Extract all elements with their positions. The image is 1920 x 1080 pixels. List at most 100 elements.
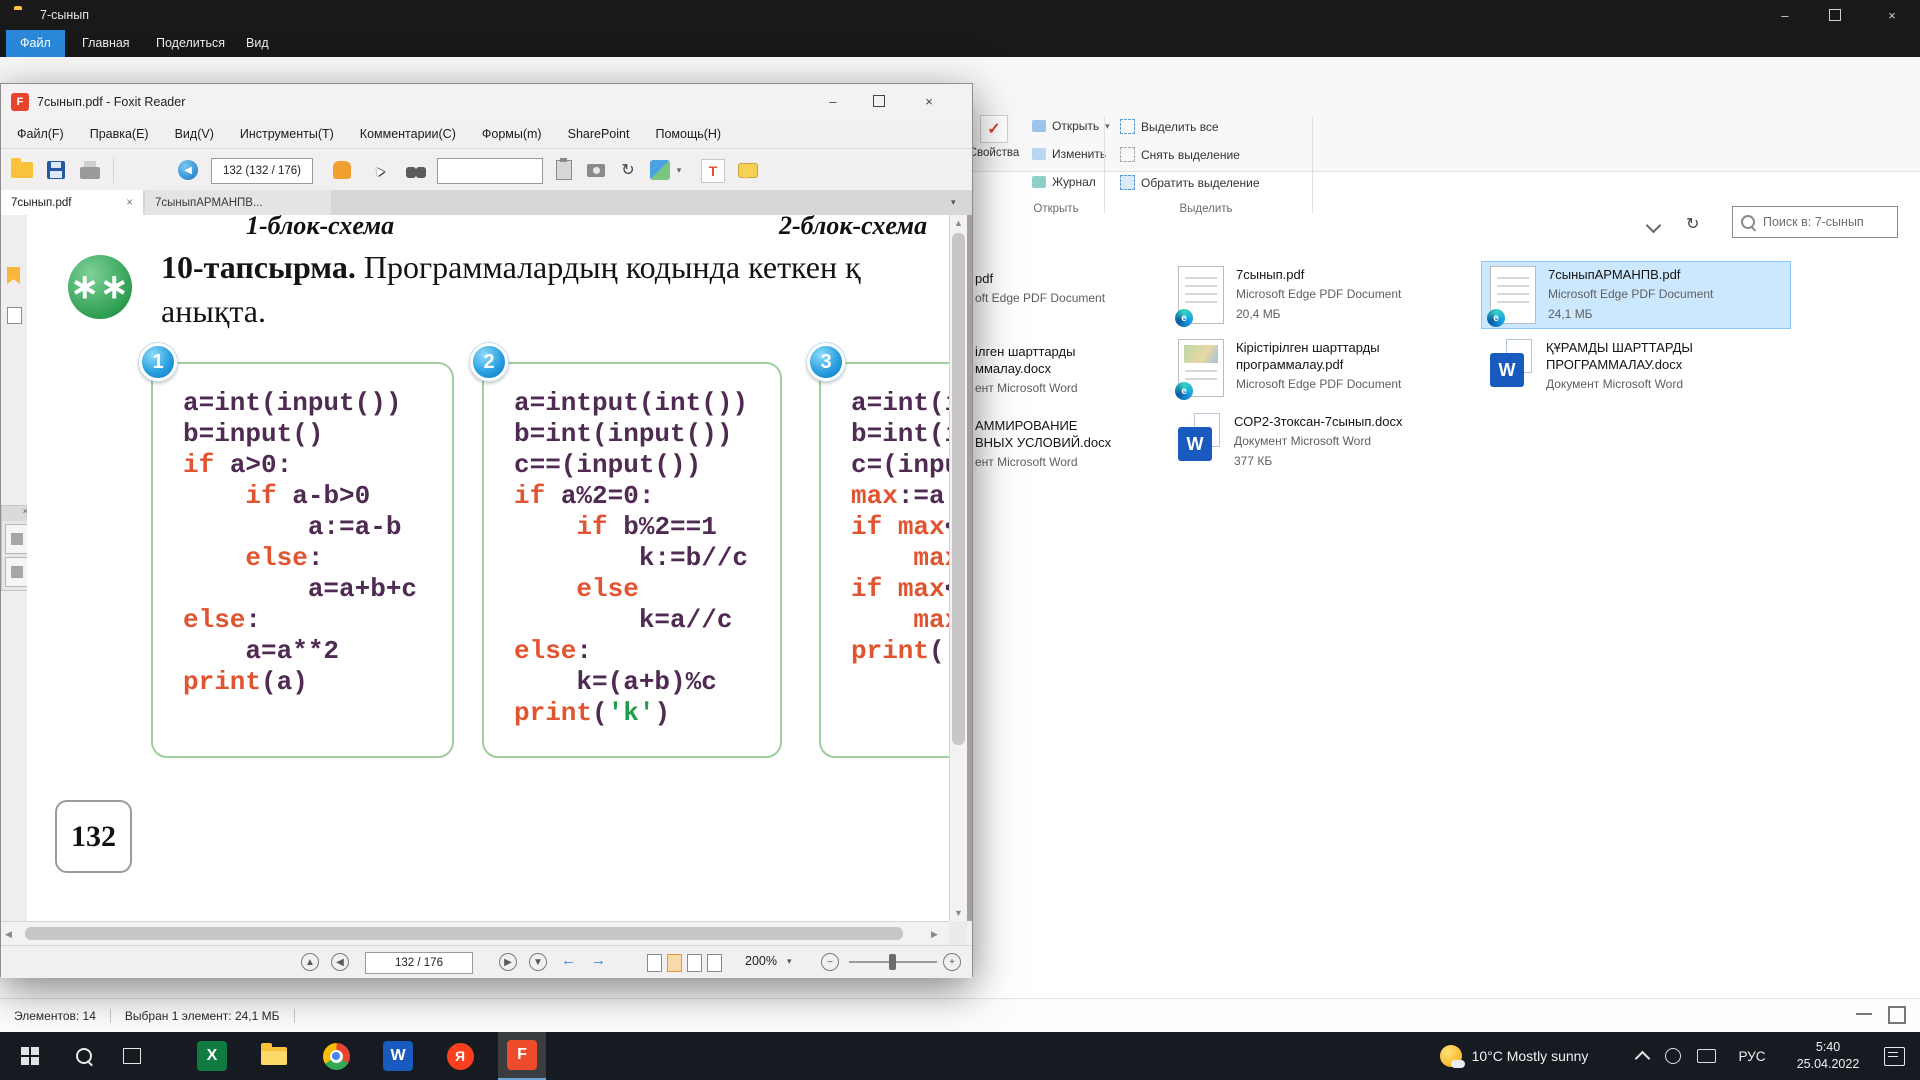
panel-tool-button[interactable] [5,524,29,554]
action-center-button[interactable] [1874,1032,1914,1080]
menu-view[interactable]: Вид(V) [163,124,226,144]
snapshot-icon[interactable] [585,159,607,181]
text-viewer-icon[interactable]: T [701,159,725,183]
menu-help[interactable]: Помощь(H) [643,124,733,144]
zoom-out-icon[interactable]: − [821,953,839,971]
taskbar-chrome-icon[interactable] [312,1032,360,1080]
refresh-icon[interactable]: ↻ [1686,214,1699,234]
doc-tab-active[interactable]: 7сынып.pdf × [1,190,143,215]
pages-panel-icon[interactable] [7,307,22,324]
zoom-in-icon[interactable]: + [943,953,961,971]
continuous-facing-layout-icon[interactable] [707,954,722,972]
scroll-up-icon[interactable]: ▲ [950,218,967,228]
open-file-icon[interactable] [11,159,33,181]
vertical-scrollbar[interactable]: ▲ ▼ [949,215,967,921]
previous-view-arrow-icon[interactable]: ← [561,952,576,969]
thumbnails-view-icon[interactable] [1888,1006,1906,1024]
menu-tools[interactable]: Инструменты(T) [228,124,346,144]
single-page-layout-icon[interactable] [647,954,662,972]
first-page-icon[interactable]: ▲ [301,953,319,971]
file-item-fragment[interactable]: ілген шарттарды ммалау.docx ент Microsof… [975,343,1165,397]
scroll-down-icon[interactable]: ▼ [950,908,967,918]
continuous-layout-icon[interactable] [667,954,682,972]
previous-page-icon[interactable]: ◀ [331,953,349,971]
find-input[interactable] [437,158,543,184]
last-page-icon[interactable]: ▼ [529,953,547,971]
file-item[interactable]: e Кірістірілген шарттарды программалау.p… [1170,335,1478,401]
file-item-fragment[interactable]: pdf oft Edge PDF Document [975,270,1165,310]
select-all-button[interactable]: Выделить все [1120,119,1219,134]
file-item-selected[interactable]: e 7сыныпАРМАНПВ.pdf Microsoft Edge PDF D… [1482,262,1790,328]
dropdown-icon[interactable]: ▾ [673,159,685,181]
facing-layout-icon[interactable] [687,954,702,972]
save-icon[interactable] [45,159,67,181]
tray-expand-button[interactable] [1628,1032,1656,1080]
vertical-scroll-thumb[interactable] [952,233,965,745]
explorer-tab-share[interactable]: Поделиться [142,30,239,57]
hand-tool-icon[interactable] [331,159,353,181]
edit-button[interactable]: Изменить [1032,147,1106,161]
scroll-right-icon[interactable]: ▶ [931,929,938,940]
tab-list-dropdown-icon[interactable]: ▾ [951,197,956,208]
weather-widget[interactable]: 10°C Mostly sunny [1408,1032,1620,1080]
file-item-fragment[interactable]: АММИРОВАНИЕ ВНЫХ УСЛОВИЙ.docx ент Micros… [975,417,1165,471]
foxit-minimize-button[interactable]: – [813,87,853,115]
file-item[interactable]: e 7сынып.pdf Microsoft Edge PDF Document… [1170,262,1478,328]
menu-comments[interactable]: Комментарии(C) [348,124,468,144]
horizontal-scroll-thumb[interactable] [25,927,903,940]
select-tool-icon[interactable]: ▲ [367,159,389,181]
taskbar-explorer-icon[interactable] [250,1032,298,1080]
zoom-slider-thumb[interactable] [889,954,896,970]
history-button[interactable]: Журнал [1032,175,1096,189]
find-icon[interactable] [405,159,427,181]
comment-icon[interactable] [737,159,759,181]
translate-tool-icon[interactable] [649,159,671,181]
clear-selection-button[interactable]: Снять выделение [1120,147,1240,162]
taskbar-foxit-icon[interactable]: F [498,1032,546,1080]
start-button[interactable] [0,1032,60,1080]
open-button[interactable]: Открыть▾ [1032,119,1110,133]
previous-view-icon[interactable]: ◀ [177,159,199,181]
menu-file[interactable]: Файл(F) [5,124,76,144]
next-view-arrow-icon[interactable]: → [591,952,606,969]
addressbar-dropdown-icon[interactable] [1646,218,1662,234]
menu-edit[interactable]: Правка(E) [78,124,161,144]
doc-tab[interactable]: 7сыныпАРМАНПВ... [145,190,331,215]
explorer-search-box[interactable]: Поиск в: 7-сынып [1732,206,1898,238]
menu-forms[interactable]: Формы(m) [470,124,554,144]
explorer-tab-view[interactable]: Вид [232,30,283,57]
horizontal-scrollbar[interactable]: ◀ ▶ [1,921,949,945]
explorer-minimize-button[interactable]: – [1762,0,1808,30]
explorer-tab-file[interactable]: Файл [6,30,65,57]
explorer-close-button[interactable]: × [1864,0,1920,30]
tray-icon-2[interactable] [1690,1032,1722,1080]
taskbar-word-icon[interactable]: W [374,1032,422,1080]
explorer-maximize-button[interactable] [1812,0,1858,30]
page-field[interactable]: 132 / 176 [365,952,473,974]
taskbar-clock[interactable]: 5:4025.04.2022 [1782,1032,1874,1080]
file-item[interactable]: W СОР2-3токсан-7сынып.docx Документ Micr… [1170,409,1478,474]
rotate-view-icon[interactable]: ↻ [617,159,639,181]
tab-close-icon[interactable]: × [126,197,133,209]
language-indicator[interactable]: РУС [1726,1032,1778,1080]
panel-tool-button[interactable] [5,557,29,587]
clipboard-icon[interactable] [553,159,575,181]
taskbar-yandex-icon[interactable]: Я [436,1032,484,1080]
invert-selection-button[interactable]: Обратить выделение [1120,175,1260,190]
task-view-button[interactable] [108,1032,156,1080]
file-item[interactable]: W ҚҰРАМДЫ ШАРТТАРДЫ ПРОГРАММАЛАУ.docx До… [1482,335,1790,397]
zoom-level-value[interactable]: 200% [745,954,777,968]
taskbar-excel-icon[interactable]: X [188,1032,236,1080]
explorer-tab-home[interactable]: Главная [68,30,144,57]
page-number-display[interactable]: 132 (132 / 176) [211,158,313,184]
bookmarks-panel-icon[interactable] [7,267,20,284]
next-page-icon[interactable]: ▶ [499,953,517,971]
foxit-maximize-button[interactable] [859,87,899,115]
tray-icon-1[interactable] [1658,1032,1688,1080]
scroll-left-icon[interactable]: ◀ [5,929,12,940]
print-icon[interactable] [79,159,101,181]
taskbar-search-button[interactable] [60,1032,108,1080]
zoom-dropdown-icon[interactable]: ▾ [787,956,792,967]
foxit-close-button[interactable]: × [909,87,949,115]
menu-sharepoint[interactable]: SharePoint [556,124,642,144]
